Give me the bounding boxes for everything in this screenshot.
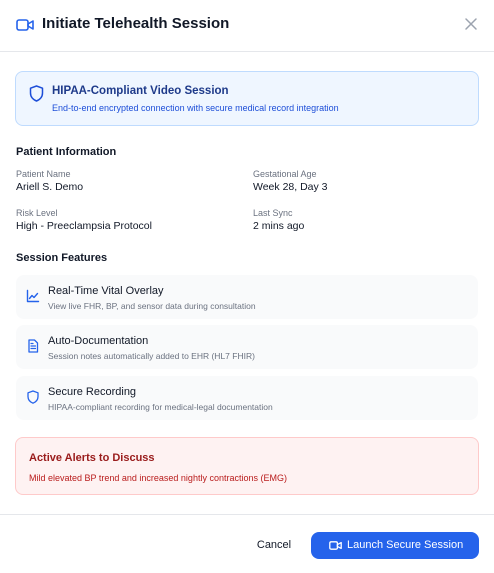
alerts-title: Active Alerts to Discuss [29,452,155,464]
last-sync-value: 2 mins ago [253,220,305,232]
close-icon[interactable] [462,15,480,33]
patient-info-heading: Patient Information [16,146,117,158]
launch-session-label: Launch Secure Session [347,539,464,551]
video-camera-icon [329,541,342,550]
session-features-heading: Session Features [16,252,108,264]
modal-header: Initiate Telehealth Session [0,0,494,52]
line-chart-icon [26,289,40,303]
video-camera-icon [16,19,34,31]
patient-name-value: Ariell S. Demo [16,181,84,193]
cancel-button[interactable]: Cancel [247,533,301,558]
banner-subtitle: End-to-end encrypted connection with sec… [52,103,339,113]
modal-title: Initiate Telehealth Session [42,15,230,32]
launch-session-button[interactable]: Launch Secure Session [311,532,479,559]
feature-subtitle: Session notes automatically added to EHR… [48,351,255,361]
feature-vital-overlay: Real-Time Vital Overlay View live FHR, B… [16,275,478,319]
last-sync-label: Last Sync [253,208,293,218]
feature-title: Auto-Documentation [48,335,149,347]
gestational-age-value: Week 28, Day 3 [253,181,328,193]
shield-icon [29,85,44,102]
banner-title: HIPAA-Compliant Video Session [52,85,229,97]
active-alerts-box: Active Alerts to Discuss Mild elevated B… [15,437,479,495]
feature-subtitle: View live FHR, BP, and sensor data durin… [48,301,256,311]
risk-level-value: High - Preeclampsia Protocol [16,220,152,232]
shield-icon [27,390,39,404]
feature-title: Real-Time Vital Overlay [48,285,164,297]
gestational-age-label: Gestational Age [253,169,317,179]
feature-secure-recording: Secure Recording HIPAA-compliant recordi… [16,376,478,420]
feature-title: Secure Recording [48,386,137,398]
hipaa-banner: HIPAA-Compliant Video Session End-to-end… [15,71,479,126]
footer-divider [0,514,494,515]
feature-subtitle: HIPAA-compliant recording for medical-le… [48,402,273,412]
risk-level-label: Risk Level [16,208,58,218]
patient-name-label: Patient Name [16,169,71,179]
feature-auto-documentation: Auto-Documentation Session notes automat… [16,325,478,369]
alerts-body: Mild elevated BP trend and increased nig… [29,473,287,483]
document-icon [28,339,39,353]
